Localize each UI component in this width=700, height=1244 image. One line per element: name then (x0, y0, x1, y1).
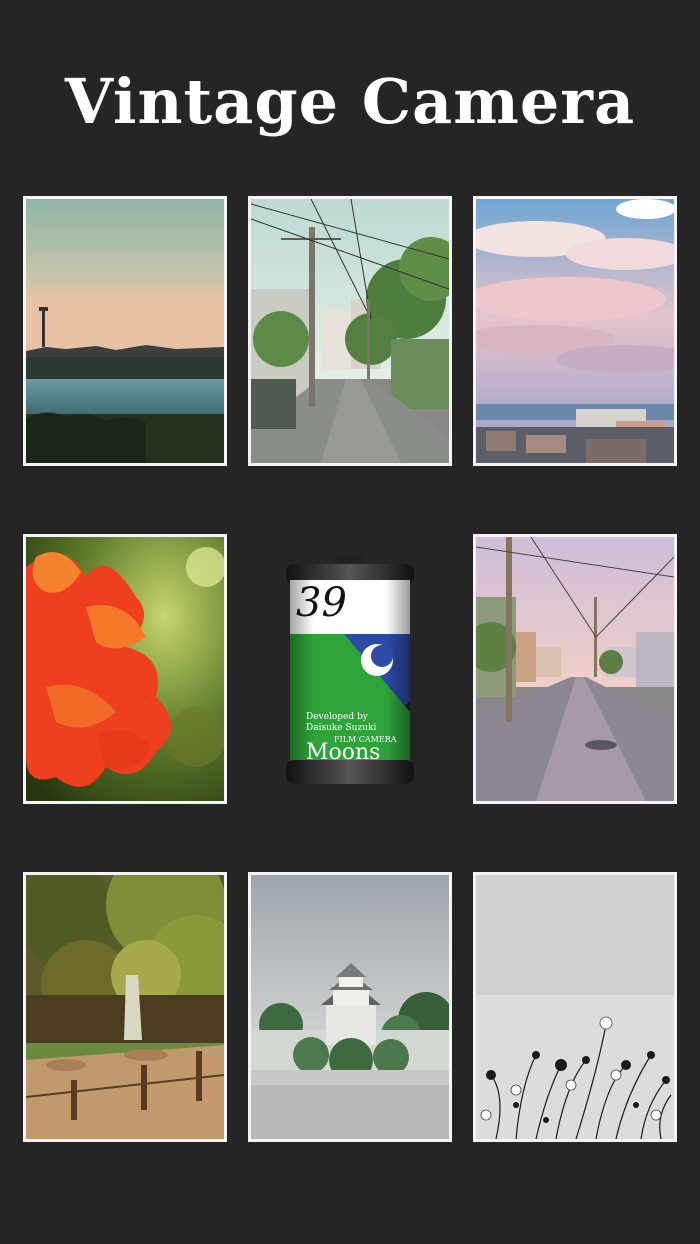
photo-thumbnail-7[interactable] (248, 872, 452, 1142)
castle-photo (251, 875, 449, 1139)
photo-thumbnail-4[interactable] (23, 534, 227, 804)
waterfall-photo (26, 875, 224, 1139)
developer-line-2: Daisuke Suzuki (306, 723, 377, 733)
street-photo (251, 199, 449, 463)
page-title: Vintage Camera (64, 65, 636, 138)
film-count: 39 (296, 580, 347, 626)
photo-thumbnail-1[interactable] (23, 196, 227, 466)
flower-photo (26, 537, 224, 801)
brand-large: Moons (306, 740, 381, 765)
road-photo (476, 537, 674, 801)
cosmos-photo (476, 875, 674, 1139)
photo-thumbnail-5[interactable] (473, 534, 677, 804)
photo-thumbnail-2[interactable] (248, 196, 452, 466)
photo-thumbnail-6[interactable] (23, 872, 227, 1142)
photo-thumbnail-8[interactable] (473, 872, 677, 1142)
developer-line-1: Developed by (306, 712, 368, 722)
film-canister[interactable]: 39 Developed by Daisuke Suzuki FILM CAME… (284, 552, 416, 792)
photo-thumbnail-3[interactable] (473, 196, 677, 466)
river-photo (26, 199, 224, 463)
clouds-photo (476, 199, 674, 463)
